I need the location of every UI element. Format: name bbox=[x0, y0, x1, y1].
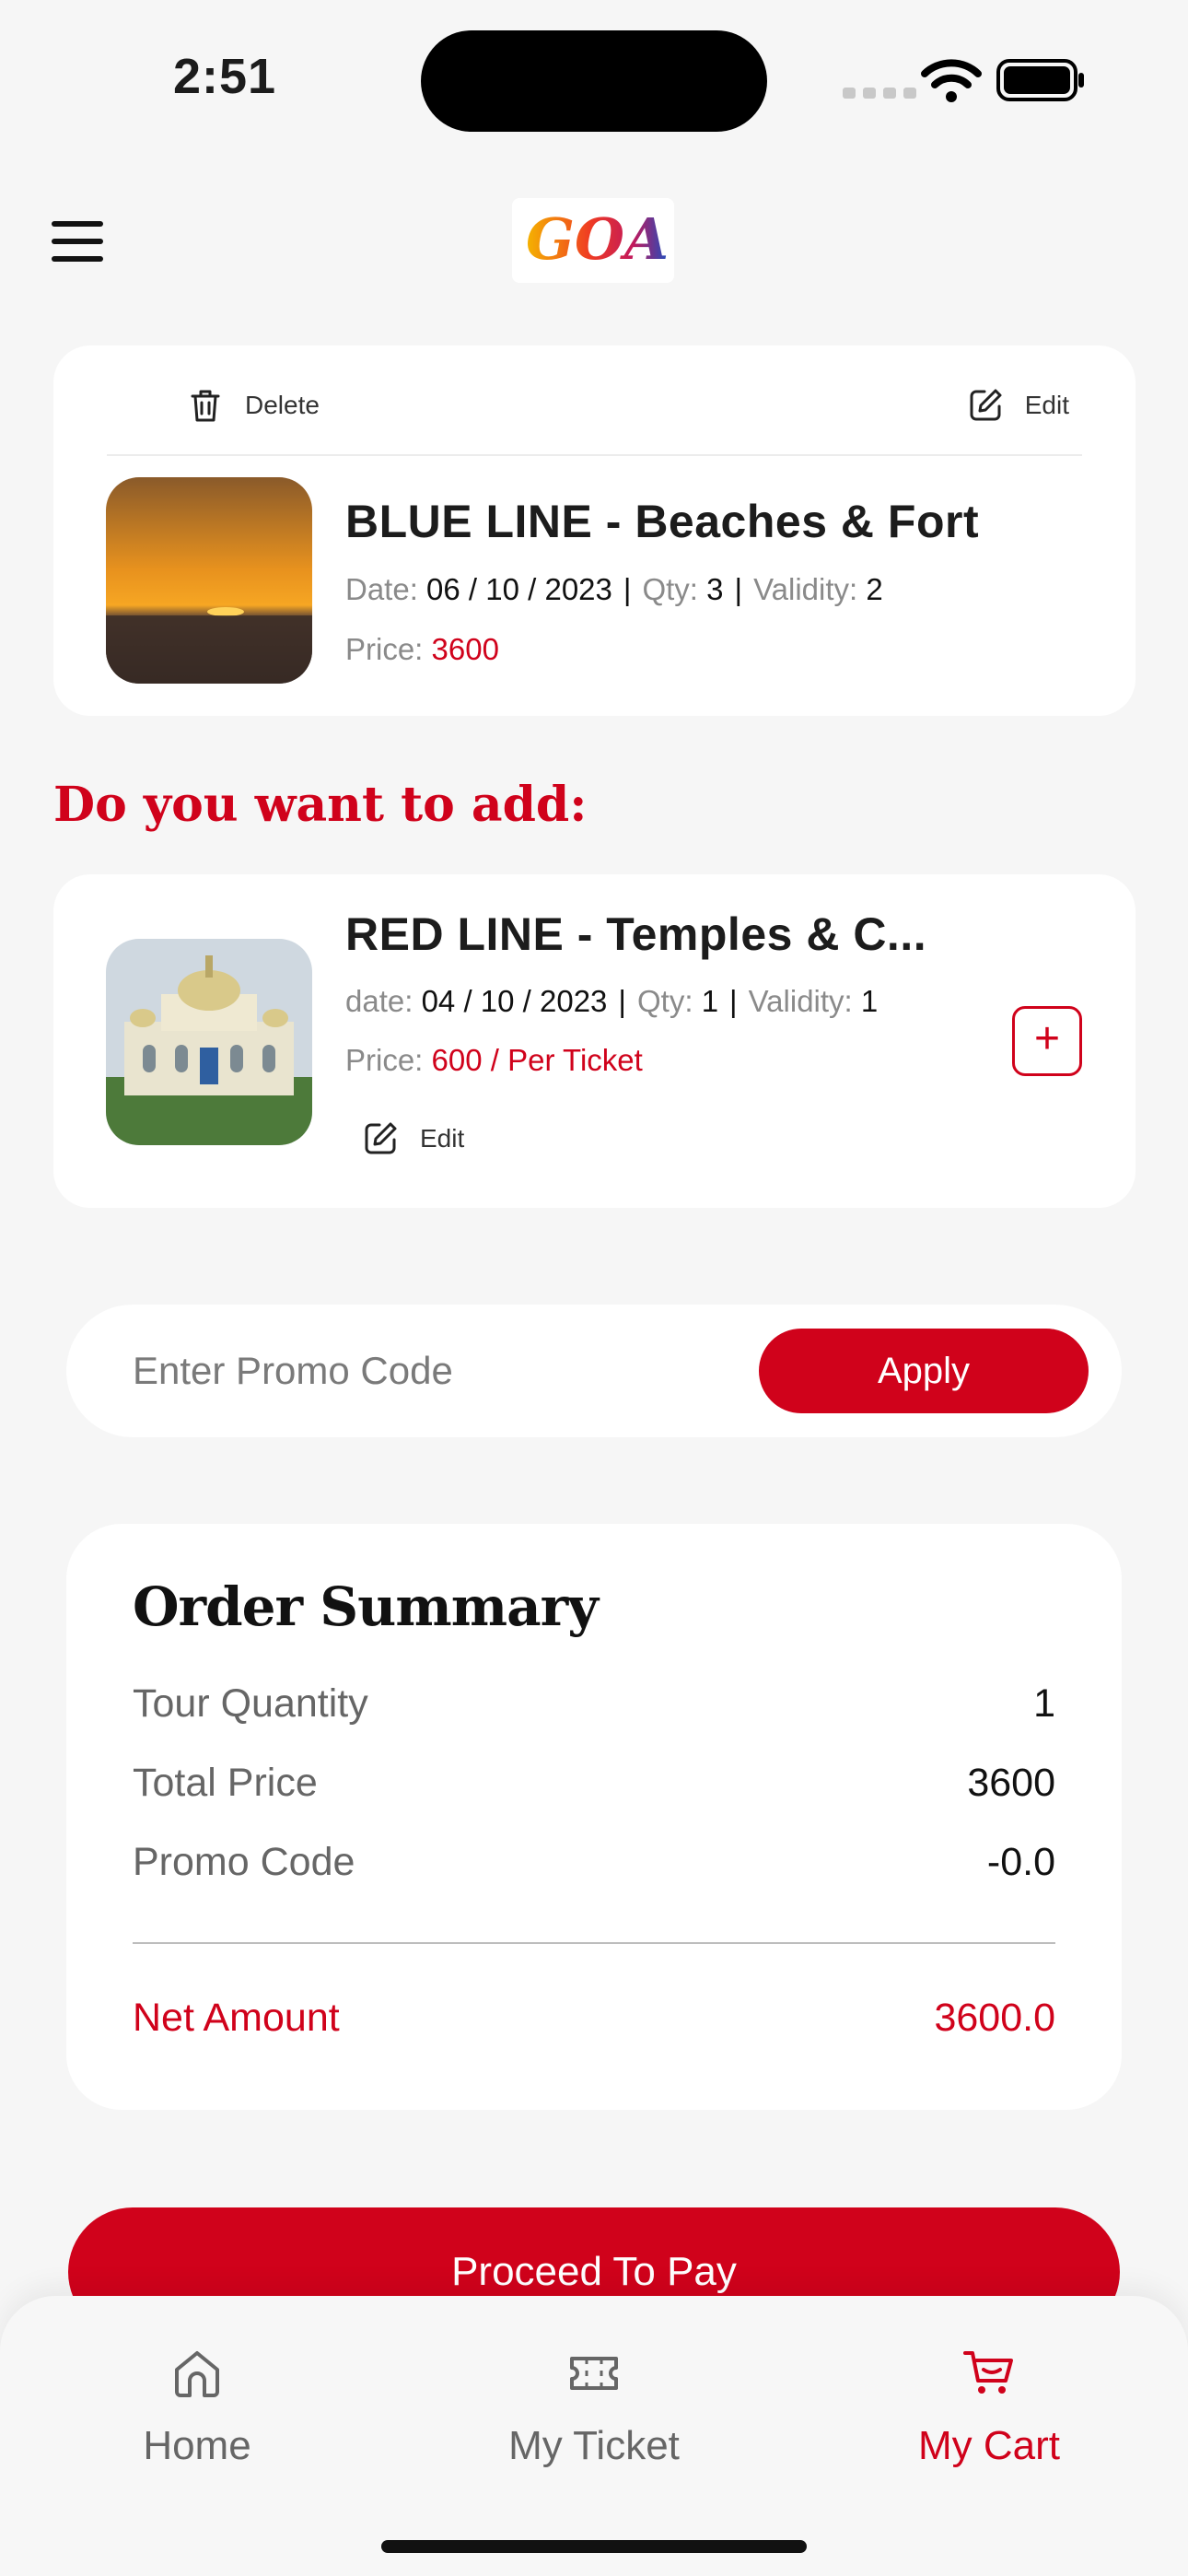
home-indicator bbox=[381, 2540, 807, 2553]
add-section-heading: Do you want to add: bbox=[53, 777, 588, 833]
suggestion-edit-label: Edit bbox=[420, 1124, 465, 1153]
suggestion-title: RED LINE - Temples & C... bbox=[345, 908, 927, 960]
cart-item-title: BLUE LINE - Beaches & Fort bbox=[345, 496, 980, 547]
bottom-tab-bar: Home My Ticket My Cart bbox=[0, 2296, 1188, 2576]
cart-item-card: Delete Edit BLUE LINE - Beaches & Fort D… bbox=[53, 345, 1136, 716]
suggestion-date: 04 / 10 / 2023 bbox=[421, 984, 608, 1018]
suggestion-meta: date: 04 / 10 / 2023 | Qty: 1 | Validity: 1 bbox=[345, 984, 879, 1018]
order-summary-title: Order Summary bbox=[133, 1575, 599, 1638]
hamburger-menu-icon[interactable] bbox=[52, 221, 103, 262]
cart-item-meta: Date: 06 / 10 / 2023 | Qty: 3 | Validity: 2 bbox=[345, 572, 883, 606]
suggestion-card: RED LINE - Temples & C... date: 04 / 10 … bbox=[53, 874, 1136, 1208]
add-to-cart-button[interactable]: + bbox=[1012, 1006, 1082, 1076]
cart-item-validity: 2 bbox=[866, 572, 883, 606]
svg-text:GOA: GOA bbox=[526, 205, 669, 273]
tab-my-cart[interactable]: My Cart bbox=[851, 2344, 1127, 2469]
sunset-thumbnail bbox=[106, 477, 312, 684]
temple-thumbnail bbox=[106, 939, 312, 1145]
tab-home-label: Home bbox=[143, 2423, 251, 2468]
tab-my-ticket-label: My Ticket bbox=[508, 2423, 680, 2468]
suggestion-price-value: 600 / Per Ticket bbox=[431, 1043, 643, 1077]
tab-my-cart-label: My Cart bbox=[918, 2423, 1060, 2468]
cellular-signal-icon bbox=[843, 88, 916, 99]
summary-row-tour-quantity: Tour Quantity 1 bbox=[133, 1681, 1055, 1726]
delete-label: Delete bbox=[245, 391, 320, 419]
cart-item-price-value: 3600 bbox=[431, 632, 499, 666]
delete-button[interactable]: Delete bbox=[186, 386, 320, 425]
cart-item-price: Price: 3600 bbox=[345, 632, 499, 666]
cart-item-qty: 3 bbox=[706, 572, 724, 606]
suggestion-qty: 1 bbox=[701, 984, 719, 1018]
cart-icon bbox=[963, 2351, 1013, 2394]
battery-icon bbox=[996, 59, 1084, 101]
suggestion-edit-button[interactable]: Edit bbox=[361, 1119, 464, 1158]
summary-row-net-amount: Net Amount 3600.0 bbox=[133, 1996, 1055, 2040]
summary-divider bbox=[133, 1942, 1055, 1944]
cart-item-actions: Delete Edit bbox=[107, 345, 1082, 456]
dynamic-island bbox=[421, 30, 767, 132]
promo-code-bar: Apply bbox=[66, 1305, 1122, 1437]
summary-row-promo-code: Promo Code -0.0 bbox=[133, 1840, 1055, 1884]
apply-button[interactable]: Apply bbox=[759, 1329, 1089, 1413]
order-summary-card: Order Summary Tour Quantity 1 Total Pric… bbox=[66, 1524, 1122, 2110]
edit-label: Edit bbox=[1024, 391, 1069, 419]
edit-icon bbox=[365, 1122, 397, 1154]
suggestion-price: Price: 600 / Per Ticket bbox=[345, 1043, 643, 1077]
trash-icon bbox=[191, 390, 220, 422]
edit-icon bbox=[970, 389, 1002, 421]
ticket-icon bbox=[570, 2357, 618, 2390]
wifi-icon bbox=[921, 59, 982, 102]
promo-code-input[interactable] bbox=[133, 1345, 722, 1397]
edit-button[interactable]: Edit bbox=[966, 386, 1069, 425]
brand-logo: GOA bbox=[512, 198, 674, 283]
home-icon bbox=[175, 2351, 219, 2397]
cart-item-date: 06 / 10 / 2023 bbox=[426, 572, 612, 606]
summary-row-total-price: Total Price 3600 bbox=[133, 1761, 1055, 1805]
status-time: 2:51 bbox=[173, 49, 277, 104]
tab-home[interactable]: Home bbox=[59, 2344, 335, 2469]
suggestion-validity: 1 bbox=[860, 984, 879, 1018]
tab-my-ticket[interactable]: My Ticket bbox=[456, 2344, 732, 2469]
status-bar: 2:51 bbox=[0, 0, 1188, 138]
